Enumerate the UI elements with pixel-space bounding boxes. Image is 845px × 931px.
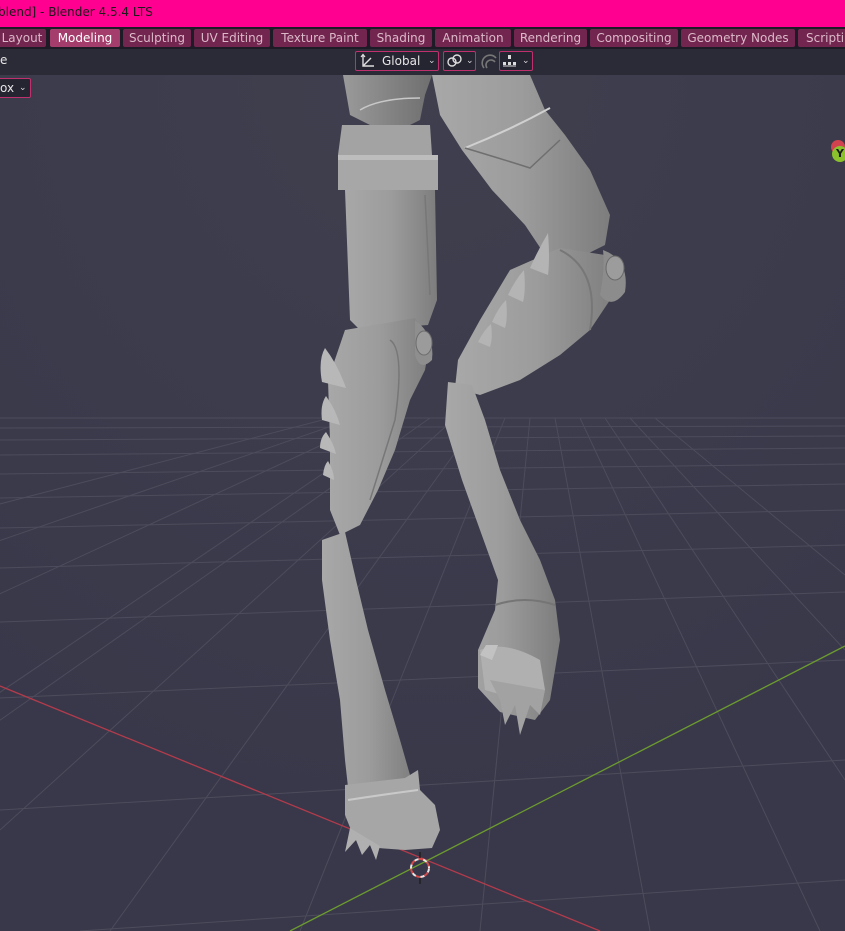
proportional-editing-icon[interactable] — [481, 53, 499, 71]
gizmo-y-label: Y — [836, 147, 844, 160]
tab-sculpting[interactable]: Sculpting — [123, 29, 191, 47]
3d-viewport[interactable] — [0, 75, 845, 931]
viewport-canvas[interactable] — [0, 75, 845, 931]
chevron-down-icon: ⌄ — [428, 56, 436, 66]
tab-scripting[interactable]: Scripting — [798, 29, 845, 47]
tab-texture-paint[interactable]: Texture Paint — [273, 29, 367, 47]
snap-dropdown[interactable]: ⌄ — [499, 51, 533, 71]
viewport-header: Global ⌄ ⌄ ⌄ — [0, 49, 845, 75]
chevron-down-icon: ⌄ — [466, 56, 474, 66]
tab-compositing[interactable]: Compositing — [590, 29, 678, 47]
window-title: blend] - Blender 4.5.4 LTS — [0, 5, 153, 19]
tab-shading[interactable]: Shading — [370, 29, 432, 47]
select-mode-value: ox — [0, 81, 15, 95]
editor-type-label: e — [0, 53, 8, 67]
pivot-point-icon — [447, 54, 462, 67]
transform-orientation-value: Global — [382, 54, 421, 68]
tab-modeling[interactable]: Modeling — [50, 29, 120, 47]
workspace-tab-bar: Layout Modeling Sculpting UV Editing Tex… — [0, 27, 845, 49]
tab-animation[interactable]: Animation — [435, 29, 511, 47]
chevron-down-icon: ⌄ — [522, 56, 530, 66]
pivot-point-dropdown[interactable]: ⌄ — [443, 51, 476, 71]
transform-orientation-icon — [360, 53, 374, 67]
window-title-bar: blend] - Blender 4.5.4 LTS — [0, 0, 845, 27]
gizmo-y-axis-button[interactable]: Y — [832, 146, 845, 162]
tab-layout[interactable]: Layout — [0, 29, 46, 47]
tab-geometry-nodes[interactable]: Geometry Nodes — [681, 29, 795, 47]
transform-orientation-dropdown[interactable]: Global ⌄ — [355, 51, 439, 71]
snap-magnet-icon — [503, 55, 516, 67]
chevron-down-icon: ⌄ — [19, 83, 27, 93]
tab-uv-editing[interactable]: UV Editing — [194, 29, 270, 47]
select-mode-dropdown[interactable]: ox ⌄ — [0, 78, 31, 98]
tab-rendering[interactable]: Rendering — [514, 29, 587, 47]
